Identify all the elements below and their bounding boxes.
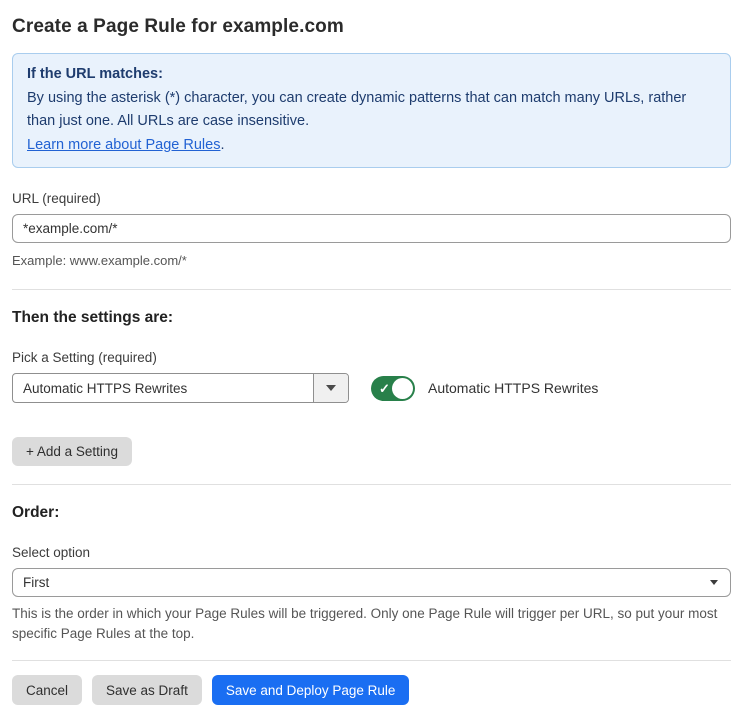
order-select-label: Select option [12, 545, 91, 560]
order-select-value: First [23, 575, 50, 590]
toggle-knob [392, 377, 413, 399]
info-box-body: By using the asterisk (*) character, you… [27, 89, 687, 130]
learn-more-link[interactable]: Learn more about Page Rules [27, 137, 220, 153]
divider [12, 660, 731, 661]
url-match-info-box: If the URL matches: By using the asteris… [12, 53, 731, 168]
chevron-down-icon [710, 580, 718, 585]
setting-dropdown-button[interactable] [313, 374, 348, 402]
order-select[interactable]: First [12, 568, 731, 597]
info-box-heading: If the URL matches: [27, 66, 163, 82]
divider [12, 289, 731, 290]
settings-section-heading: Then the settings are: [12, 309, 174, 326]
save-deploy-button[interactable]: Save and Deploy Page Rule [211, 675, 410, 705]
order-helper-text: This is the order in which your Page Rul… [12, 606, 718, 641]
chevron-down-icon [326, 385, 336, 391]
cancel-button[interactable]: Cancel [12, 675, 83, 705]
action-bar: Cancel Save as Draft Save and Deploy Pag… [12, 675, 731, 705]
check-icon: ✓ [379, 380, 390, 396]
pick-setting-label: Pick a Setting (required) [12, 350, 157, 365]
create-page-rule-panel: Create a Page Rule for example.com If th… [0, 0, 743, 705]
url-field-label: URL (required) [12, 191, 101, 206]
save-draft-button[interactable]: Save as Draft [92, 675, 202, 705]
link-suffix: . [220, 136, 225, 153]
setting-dropdown[interactable]: Automatic HTTPS Rewrites [12, 373, 349, 403]
divider [12, 484, 731, 485]
info-box-link-line: Learn more about Page Rules. [27, 134, 716, 158]
toggle-label: Automatic HTTPS Rewrites [428, 380, 599, 396]
url-example-helper: Example: www.example.com/* [12, 253, 187, 268]
setting-dropdown-value: Automatic HTTPS Rewrites [23, 380, 188, 396]
order-section-heading: Order: [12, 504, 60, 521]
add-setting-button[interactable]: + Add a Setting [12, 437, 132, 466]
url-input[interactable] [12, 214, 731, 243]
setting-toggle[interactable]: ✓ [371, 375, 415, 401]
setting-row: Automatic HTTPS Rewrites ✓ Automatic HTT… [12, 373, 731, 403]
page-title: Create a Page Rule for example.com [12, 16, 344, 37]
